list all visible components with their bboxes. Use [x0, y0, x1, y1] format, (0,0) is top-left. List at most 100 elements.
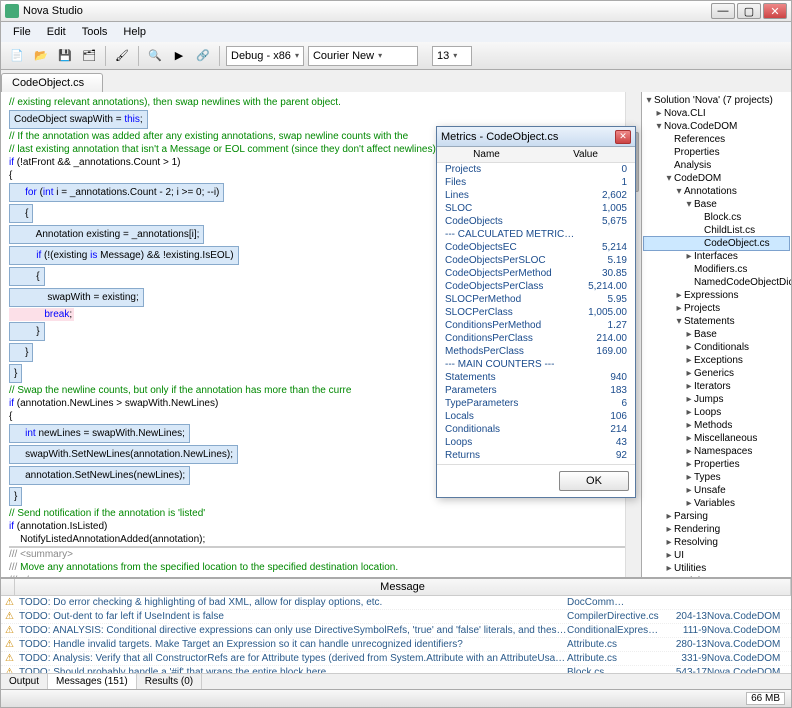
tree-node[interactable]: ▾CodeDOM [644, 172, 789, 185]
message-row[interactable]: ⚠TODO: Handle invalid targets. Make Targ… [1, 638, 791, 652]
tree-node[interactable]: ▾Nova.CodeDOM [644, 120, 789, 133]
metrics-row[interactable]: ConditionsPerMethod1.27 [437, 319, 635, 332]
metrics-title-bar[interactable]: Metrics - CodeObject.cs ✕ [437, 127, 635, 147]
tree-node[interactable]: ▸Loops [644, 406, 789, 419]
tree-node[interactable]: ▸Variables [644, 497, 789, 510]
menu-help[interactable]: Help [115, 24, 154, 40]
code-line[interactable]: if (annotation.IsListed) [9, 520, 633, 533]
tree-node[interactable]: ▸Methods [644, 419, 789, 432]
metrics-close-button[interactable]: ✕ [615, 130, 631, 144]
tree-node[interactable]: Codebase.cs [644, 575, 789, 577]
code-line[interactable]: NotifyListedAnnotationAdded(annotation); [9, 533, 633, 546]
tree-node[interactable]: ▸Conditionals [644, 341, 789, 354]
tree-node[interactable]: ▸Expressions [644, 289, 789, 302]
tab-results[interactable]: Results (0) [137, 674, 202, 689]
tree-node[interactable]: Modifiers.cs [644, 263, 789, 276]
minimize-button[interactable]: — [711, 3, 735, 19]
tree-node[interactable]: ▸Rendering [644, 523, 789, 536]
metrics-dialog[interactable]: Metrics - CodeObject.cs ✕ Name Value Pro… [436, 126, 636, 498]
metrics-row[interactable]: --- MAIN COUNTERS --- [437, 358, 635, 371]
font-combo[interactable]: Courier New [308, 46, 418, 66]
tree-node[interactable]: ▸Namespaces [644, 445, 789, 458]
code-line[interactable]: // existing relevant annotations), then … [9, 96, 633, 109]
metrics-row[interactable]: MethodsPerClass169.00 [437, 345, 635, 358]
metrics-row[interactable]: Conditionals214 [437, 423, 635, 436]
tree-node[interactable]: CodeObject.cs [644, 237, 789, 250]
metrics-row[interactable]: SLOC1,005 [437, 202, 635, 215]
message-row[interactable]: ⚠TODO: Analysis: Verify that all Constru… [1, 652, 791, 666]
tree-node[interactable]: Analysis [644, 159, 789, 172]
solution-root[interactable]: ▾Solution 'Nova' (7 projects) [644, 94, 789, 107]
tree-node[interactable]: ▸Types [644, 471, 789, 484]
tree-node[interactable]: ▸Parsing [644, 510, 789, 523]
metrics-row[interactable]: CodeObjectsEC5,214 [437, 241, 635, 254]
tree-node[interactable]: ▸Jumps [644, 393, 789, 406]
metrics-row[interactable]: TypeParameters6 [437, 397, 635, 410]
debug-combo[interactable]: Debug - x86 [226, 46, 304, 66]
tree-node[interactable]: ▸UI [644, 549, 789, 562]
metrics-row[interactable]: --- CALCULATED METRICS --- [437, 228, 635, 241]
tree-node[interactable]: References [644, 133, 789, 146]
tree-node[interactable]: ▸Unsafe [644, 484, 789, 497]
tree-node[interactable]: ▸Projects [644, 302, 789, 315]
messages-body[interactable]: ⚠TODO: Do error checking & highlighting … [1, 596, 791, 673]
tree-node[interactable]: ▾Annotations [644, 185, 789, 198]
metrics-row[interactable]: Files1 [437, 176, 635, 189]
open-icon[interactable]: 📂 [31, 46, 51, 66]
find-icon[interactable]: 🔍 [145, 46, 165, 66]
metrics-row[interactable]: CodeObjects5,675 [437, 215, 635, 228]
metrics-row[interactable]: CodeObjectsPerClass5,214.00 [437, 280, 635, 293]
metrics-row[interactable]: Statements940 [437, 371, 635, 384]
metrics-body[interactable]: Projects0Files1Lines2,602SLOC1,005CodeOb… [437, 163, 635, 464]
play-icon[interactable]: ▶ [169, 46, 189, 66]
message-row[interactable]: ⚠TODO: Should probably handle a '#if' th… [1, 666, 791, 673]
metrics-row[interactable]: Returns92 [437, 449, 635, 462]
metrics-row[interactable]: Locals106 [437, 410, 635, 423]
metrics-row[interactable]: ConditionsPerClass214.00 [437, 332, 635, 345]
tree-node[interactable]: ▸Utilities [644, 562, 789, 575]
solution-explorer[interactable]: ▾Solution 'Nova' (7 projects)▸Nova.CLI▾N… [641, 92, 791, 577]
message-row[interactable]: ⚠TODO: ANALYSIS: Conditional directive e… [1, 624, 791, 638]
tree-node[interactable]: ▸Properties [644, 458, 789, 471]
brush-icon[interactable]: 🖌 [112, 46, 132, 66]
metrics-row[interactable]: Lines2,602 [437, 189, 635, 202]
tab-output[interactable]: Output [1, 674, 48, 689]
tree-node[interactable]: ▾Statements [644, 315, 789, 328]
metrics-row[interactable]: Parameters183 [437, 384, 635, 397]
menu-tools[interactable]: Tools [74, 24, 116, 40]
message-row[interactable]: ⚠TODO: Do error checking & highlighting … [1, 596, 791, 610]
fontsize-combo[interactable]: 13 [432, 46, 472, 66]
metrics-row[interactable]: Projects0 [437, 163, 635, 176]
maximize-button[interactable]: ▢ [737, 3, 761, 19]
tree-node[interactable]: NamedCodeObjectDictionary.cs [644, 276, 789, 289]
tree-node[interactable]: ▾Base [644, 198, 789, 211]
tree-node[interactable]: ▸Miscellaneous [644, 432, 789, 445]
tree-node[interactable]: ▸Iterators [644, 380, 789, 393]
tree-node[interactable]: ▸Generics [644, 367, 789, 380]
new-icon[interactable]: 📄 [7, 46, 27, 66]
menu-file[interactable]: File [5, 24, 39, 40]
metrics-row[interactable]: CodeObjectsPerMethod30.85 [437, 267, 635, 280]
tree-node[interactable]: ▸Base [644, 328, 789, 341]
menu-edit[interactable]: Edit [39, 24, 74, 40]
metrics-row[interactable]: CodeObjectsPerSLOC5.19 [437, 254, 635, 267]
tree-node[interactable]: ▸Nova.CLI [644, 107, 789, 120]
tree-node[interactable]: ▸Resolving [644, 536, 789, 549]
tree-node[interactable]: Block.cs [644, 211, 789, 224]
code-line[interactable]: // Send notification if the annotation i… [9, 507, 633, 520]
saveall-icon[interactable]: 🗂 [79, 46, 99, 66]
tab-messages[interactable]: Messages (151) [48, 674, 137, 689]
close-button[interactable]: ✕ [763, 3, 787, 19]
ok-button[interactable]: OK [559, 471, 629, 491]
tree-node[interactable]: Properties [644, 146, 789, 159]
metrics-row[interactable]: SLOCPerClass1,005.00 [437, 306, 635, 319]
tree-node[interactable]: ChildList.cs [644, 224, 789, 237]
metrics-row[interactable]: SLOCPerMethod5.95 [437, 293, 635, 306]
metrics-row[interactable]: Loops43 [437, 436, 635, 449]
tree-node[interactable]: ▸Exceptions [644, 354, 789, 367]
message-row[interactable]: ⚠TODO: Out-dent to far left if UseIndent… [1, 610, 791, 624]
editor-tab[interactable]: CodeObject.cs [1, 73, 103, 92]
save-icon[interactable]: 💾 [55, 46, 75, 66]
tree-node[interactable]: ▸Interfaces [644, 250, 789, 263]
link-icon[interactable]: 🔗 [193, 46, 213, 66]
